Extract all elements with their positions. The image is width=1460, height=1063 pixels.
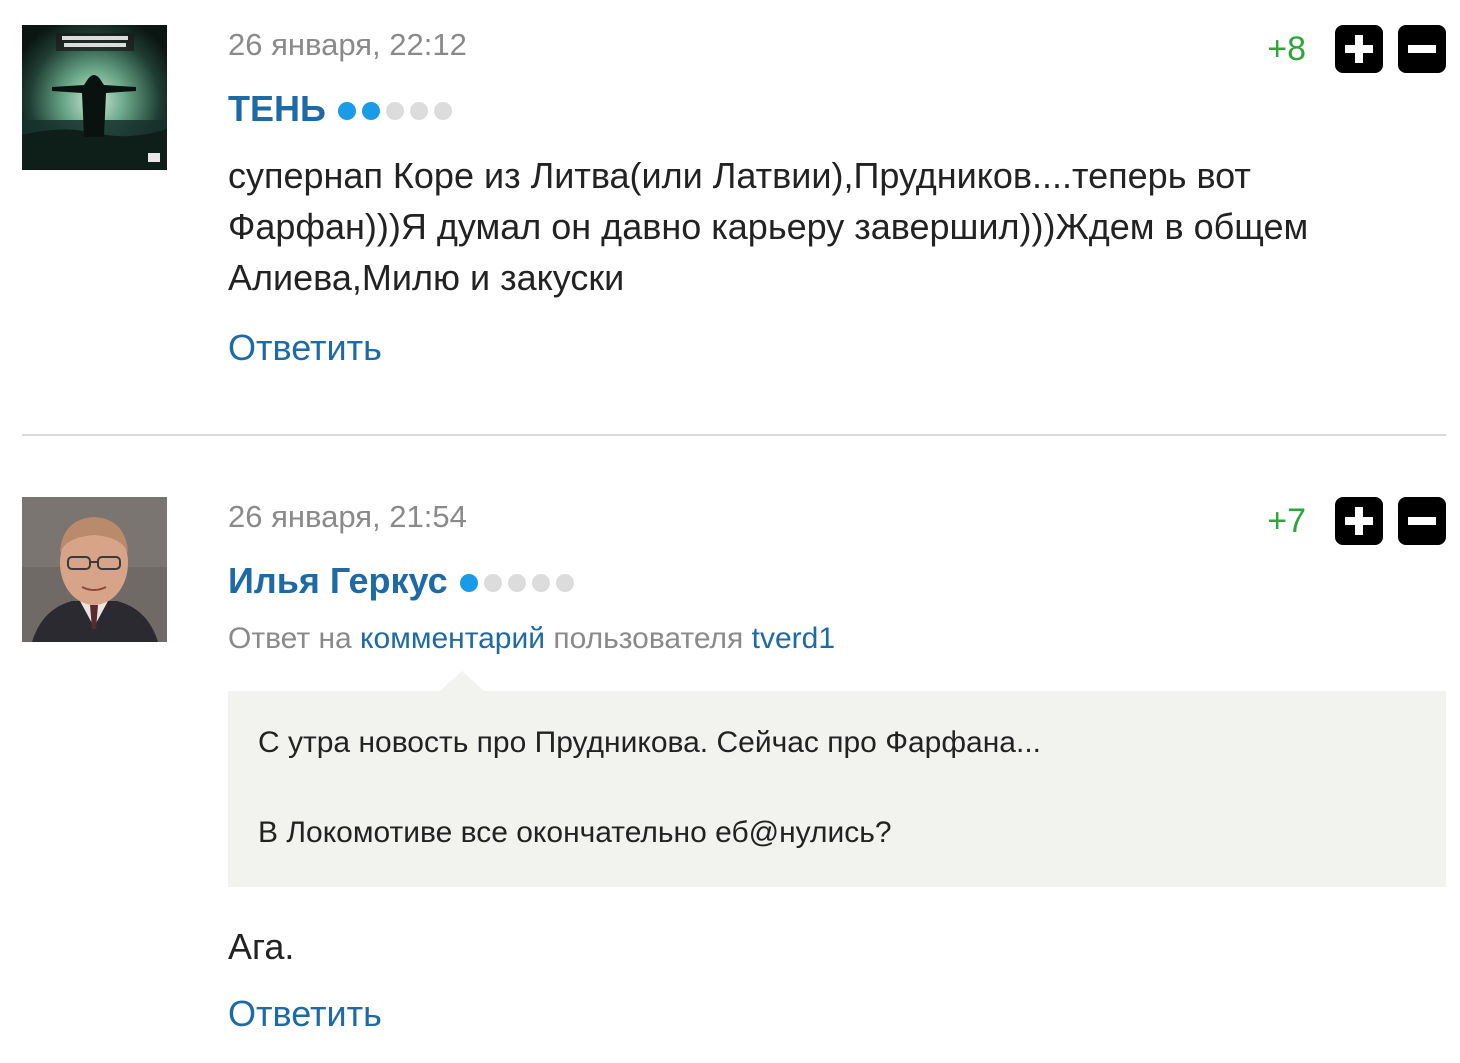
quoted-comment: С утра новость про Прудникова. Сейчас пр…: [228, 671, 1446, 887]
comment-divider: [22, 434, 1446, 436]
reply-to-note: Ответ на комментарий пользователя tverd1: [228, 621, 835, 657]
comment-text: Ага.: [228, 926, 295, 967]
reply-link[interactable]: Ответить: [228, 326, 382, 370]
upvote-button[interactable]: [1335, 25, 1383, 73]
upvote-button[interactable]: [1335, 497, 1383, 545]
downvote-button[interactable]: [1398, 497, 1446, 545]
rank-dot: [385, 102, 404, 120]
vote-controls: +8: [1267, 25, 1446, 73]
comment-score: +7: [1267, 502, 1306, 540]
rank-dot: [433, 102, 452, 120]
rank-dot: [409, 102, 428, 120]
downvote-button[interactable]: [1398, 25, 1446, 73]
album-cover-figure-icon: [22, 25, 167, 170]
avatar[interactable]: [22, 25, 167, 170]
rank-dot: [337, 102, 356, 120]
author-name[interactable]: Илья Геркус: [228, 559, 448, 603]
vote-controls: +7: [1267, 497, 1446, 545]
rank-dot: [555, 574, 574, 592]
user-rank-dots: [337, 98, 458, 120]
quote-line: В Локомотиве все окончательно еб@нулись?: [258, 816, 892, 849]
quote-pointer: [440, 671, 484, 691]
comment-date: 26 января, 22:12: [228, 27, 467, 62]
rank-dot: [361, 102, 380, 120]
avatar[interactable]: [22, 497, 167, 642]
author-name[interactable]: ТЕНЬ: [228, 87, 326, 131]
author-line: Илья Геркус: [228, 559, 580, 603]
user-photo-icon: [22, 497, 167, 642]
author-line: ТЕНЬ: [228, 87, 458, 131]
comment-date: 26 января, 21:54: [228, 499, 467, 534]
reply-to-middle: пользователя: [553, 622, 744, 655]
rank-dot: [531, 574, 550, 592]
reply-link[interactable]: Ответить: [228, 992, 382, 1036]
rank-dot: [507, 574, 526, 592]
rank-dot: [459, 574, 478, 592]
quote-line: С утра новость про Прудникова. Сейчас пр…: [258, 726, 1041, 759]
parent-comment-link[interactable]: комментарий: [360, 622, 545, 655]
reply-to-prefix: Ответ на: [228, 622, 352, 655]
comment-score: +8: [1267, 30, 1306, 68]
rank-dot: [483, 574, 502, 592]
user-rank-dots: [459, 570, 580, 592]
comment-text: супернап Коре из Литва(или Латвии),Прудн…: [228, 155, 1309, 298]
parent-user-link[interactable]: tverd1: [752, 622, 835, 655]
